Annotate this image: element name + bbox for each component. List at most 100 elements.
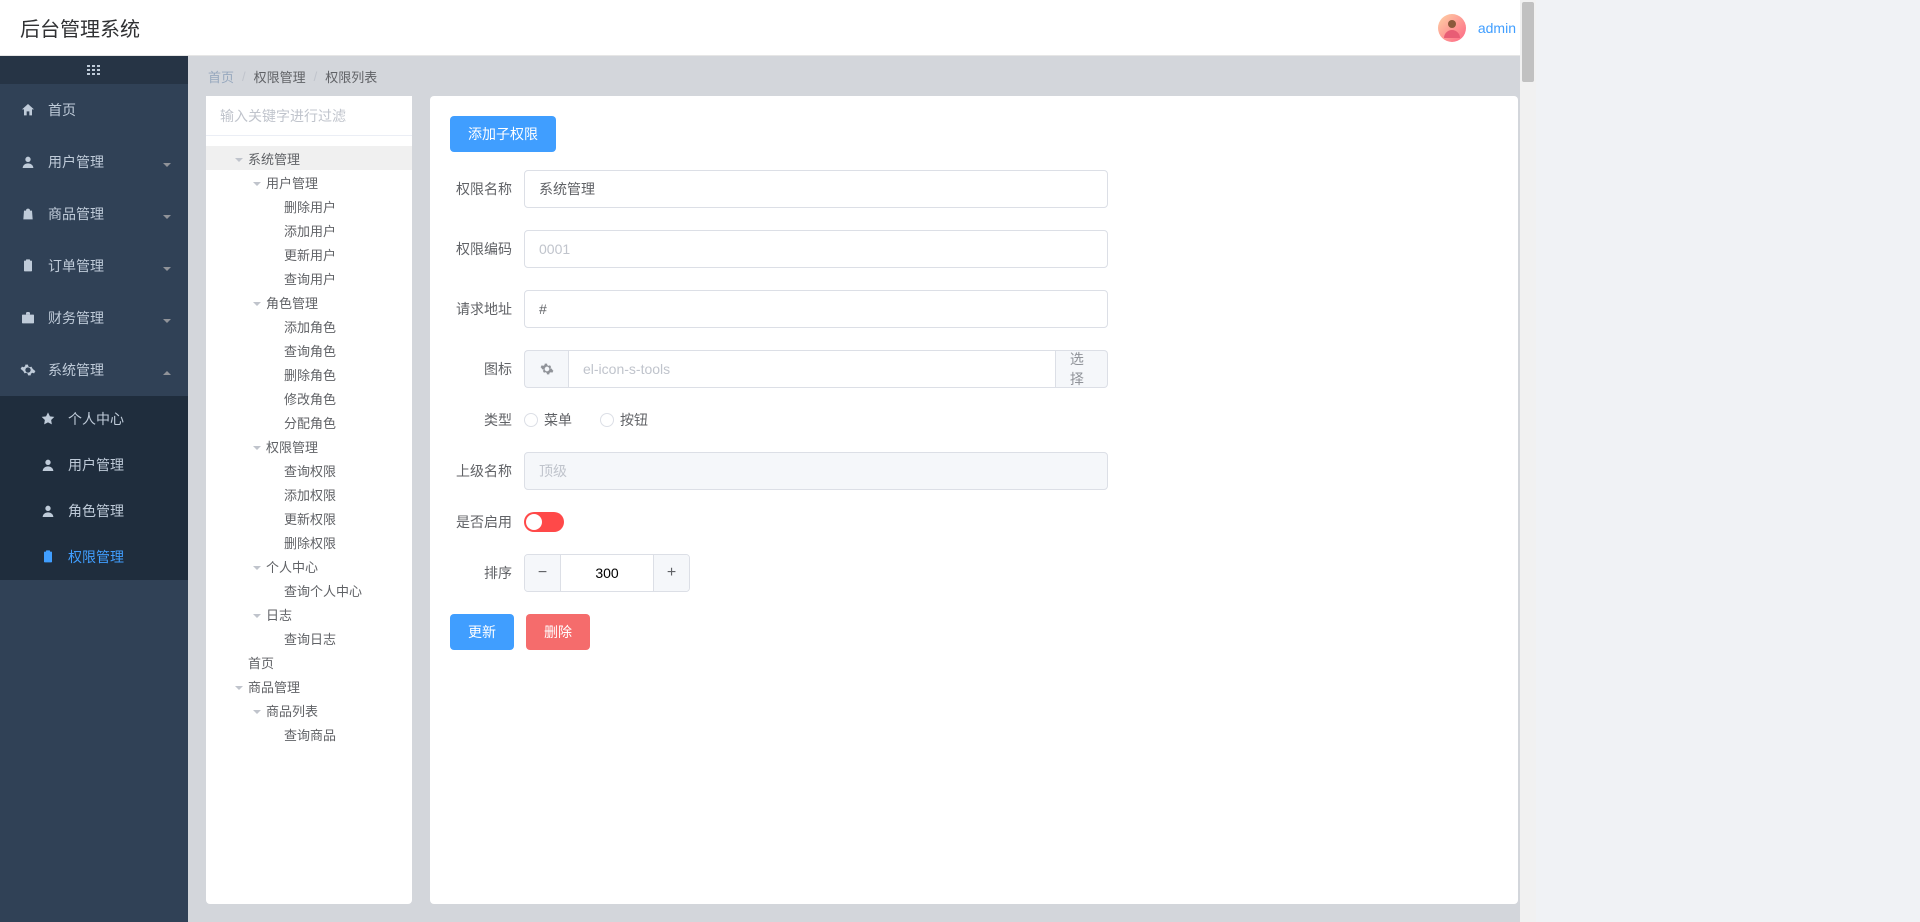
breadcrumb: 首页/权限管理/权限列表 [188,56,1536,96]
tree-node-11[interactable]: 分配角色 [206,410,412,434]
tree-node-label: 添加权限 [284,485,336,504]
caret-icon [252,561,262,571]
tree-node-label: 添加角色 [284,317,336,336]
tree-node-7[interactable]: 添加角色 [206,314,412,338]
code-input[interactable] [524,230,1108,268]
header-user[interactable]: admin [1438,14,1516,42]
caret-icon [252,297,262,307]
sort-increase-button[interactable]: + [653,555,689,591]
tree-node-19[interactable]: 日志 [206,602,412,626]
sidebar-item-2[interactable]: 商品管理 [0,188,188,240]
clipboard-icon [20,258,36,274]
tree-node-18[interactable]: 查询个人中心 [206,578,412,602]
sidebar-item-label: 订单管理 [48,256,104,276]
app-title: 后台管理系统 [20,13,140,42]
sidebar-item-label: 个人中心 [68,409,124,429]
type-option-0: 菜单 [544,410,572,430]
sidebar-item-label: 用户管理 [48,152,104,172]
tree-node-label: 角色管理 [266,293,318,312]
sort-input[interactable] [561,555,653,591]
update-button[interactable]: 更新 [450,614,514,650]
icon-input[interactable] [568,350,1056,388]
tree-node-4[interactable]: 更新用户 [206,242,412,266]
sidebar-collapse-button[interactable] [0,56,188,84]
caret-icon [252,441,262,451]
caret-icon [234,681,244,691]
home-icon [20,102,36,118]
breadcrumb-separator: / [314,69,318,84]
tree-node-3[interactable]: 添加用户 [206,218,412,242]
tree-node-6[interactable]: 角色管理 [206,290,412,314]
tree-node-24[interactable]: 查询商品 [206,722,412,746]
tree-node-13[interactable]: 查询权限 [206,458,412,482]
tree-node-label: 系统管理 [248,149,300,168]
scrollbar-thumb[interactable] [1522,2,1534,82]
enable-label: 是否启用 [450,512,524,532]
sidebar-subitem-5-2[interactable]: 角色管理 [0,488,188,534]
tree-node-23[interactable]: 商品列表 [206,698,412,722]
gear-icon [20,362,36,378]
tree-node-15[interactable]: 更新权限 [206,506,412,530]
chevron-down-icon [162,313,172,323]
tree-node-label: 更新权限 [284,509,336,528]
tree-node-5[interactable]: 查询用户 [206,266,412,290]
chevron-down-icon [162,157,172,167]
tree-node-8[interactable]: 查询角色 [206,338,412,362]
clipboard-icon [40,549,56,565]
tree-node-21[interactable]: 首页 [206,650,412,674]
tree-node-0[interactable]: 系统管理 [206,146,412,170]
chevron-down-icon [162,261,172,271]
sort-decrease-button[interactable]: − [525,555,561,591]
type-radio-button[interactable]: 按钮 [600,410,648,430]
tree-node-label: 个人中心 [266,557,318,576]
type-radio-menu[interactable]: 菜单 [524,410,572,430]
sidebar-item-4[interactable]: 财务管理 [0,292,188,344]
tree-node-1[interactable]: 用户管理 [206,170,412,194]
tree-filter-input[interactable] [206,96,412,136]
tree-node-label: 权限管理 [266,437,318,456]
tree-node-22[interactable]: 商品管理 [206,674,412,698]
sidebar-item-3[interactable]: 订单管理 [0,240,188,292]
tree-panel: 系统管理用户管理删除用户添加用户更新用户查询用户角色管理添加角色查询角色删除角色… [206,96,412,904]
name-input[interactable] [524,170,1108,208]
type-option-1: 按钮 [620,410,648,430]
tree-node-label: 修改角色 [284,389,336,408]
tree-node-label: 商品管理 [248,677,300,696]
delete-button[interactable]: 删除 [526,614,590,650]
tree-node-9[interactable]: 删除角色 [206,362,412,386]
sidebar-subitem-5-1[interactable]: 用户管理 [0,442,188,488]
sidebar-item-1[interactable]: 用户管理 [0,136,188,188]
scrollbar-track[interactable] [1520,0,1536,922]
tree-node-label: 添加用户 [284,221,336,240]
enable-switch[interactable] [524,512,564,532]
tree-node-16[interactable]: 删除权限 [206,530,412,554]
icon-select-button[interactable]: 选择 [1056,350,1108,388]
sidebar-item-label: 商品管理 [48,204,104,224]
add-child-permission-button[interactable]: 添加子权限 [450,116,556,152]
tree-node-17[interactable]: 个人中心 [206,554,412,578]
sidebar-item-5[interactable]: 系统管理 [0,344,188,396]
tree-node-2[interactable]: 删除用户 [206,194,412,218]
chevron-down-icon [162,209,172,219]
tree-node-14[interactable]: 添加权限 [206,482,412,506]
url-input[interactable] [524,290,1108,328]
tree-node-20[interactable]: 查询日志 [206,626,412,650]
breadcrumb-item-2: 权限列表 [325,67,377,86]
sidebar-subitem-5-0[interactable]: 个人中心 [0,396,188,442]
tree-node-label: 首页 [248,653,274,672]
chevron-up-icon [162,365,172,375]
parent-input[interactable] [524,452,1108,490]
sidebar-item-label: 权限管理 [68,547,124,567]
url-label: 请求地址 [450,299,524,319]
sidebar-item-0[interactable]: 首页 [0,84,188,136]
sidebar-item-label: 首页 [48,100,76,120]
tree-node-label: 删除用户 [284,197,336,216]
permission-tree: 系统管理用户管理删除用户添加用户更新用户查询用户角色管理添加角色查询角色删除角色… [206,136,412,904]
breadcrumb-item-0[interactable]: 首页 [208,67,234,86]
sidebar-subitem-5-3[interactable]: 权限管理 [0,534,188,580]
sidebar-item-label: 系统管理 [48,360,104,380]
tree-node-10[interactable]: 修改角色 [206,386,412,410]
tree-node-12[interactable]: 权限管理 [206,434,412,458]
tree-node-label: 更新用户 [284,245,336,264]
sidebar-item-label: 用户管理 [68,455,124,475]
